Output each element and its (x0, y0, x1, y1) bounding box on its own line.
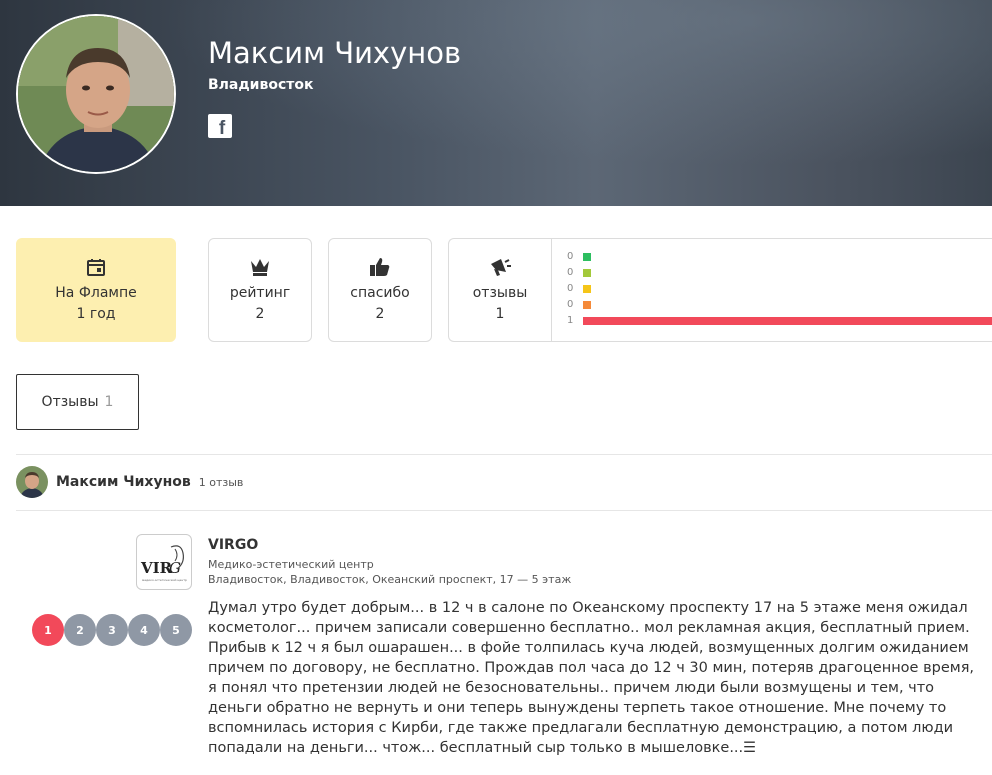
thumbs-up-icon (329, 255, 431, 279)
review-text: Думал утро будет добрым... в 12 ч в сало… (208, 600, 975, 756)
rating-star-1: 1 (32, 614, 64, 646)
author-review-count: 1 отзыв (198, 475, 244, 489)
distribution-count: 0 (567, 283, 574, 294)
stat-rating[interactable]: рейтинг 2 (208, 238, 312, 342)
stat-label: спасибо (350, 285, 410, 301)
tab-reviews[interactable]: Отзывы 1 (16, 374, 139, 430)
tab-count: 1 (104, 394, 114, 410)
distribution-count: 0 (567, 267, 574, 278)
distribution-row-3: 0 (553, 283, 992, 295)
distribution-count: 0 (567, 299, 574, 310)
stat-value: 2 (375, 306, 385, 322)
rating-star-4: 4 (128, 614, 160, 646)
stat-reviews-count[interactable]: отзывы 1 (449, 239, 552, 341)
facebook-icon[interactable]: f (208, 114, 232, 138)
rating-distribution: 0 0 0 0 1 (553, 239, 992, 341)
distribution-count: 1 (567, 315, 574, 326)
avatar[interactable] (16, 466, 48, 498)
rating-star-5: 5 (160, 614, 192, 646)
svg-text:G: G (169, 559, 181, 577)
org-type: Медико-эстетический центр (208, 558, 374, 571)
rating-star-2: 2 (64, 614, 96, 646)
stat-reviews: отзывы 1 0 0 0 0 1 (448, 238, 992, 342)
review-rating: 1 2 3 4 5 (32, 614, 192, 646)
rating-star-3: 3 (96, 614, 128, 646)
svg-text:медико-эстетический центр: медико-эстетический центр (142, 578, 187, 582)
distribution-bar (583, 285, 591, 293)
distribution-bar (583, 253, 591, 261)
distribution-row-4: 0 (553, 267, 992, 279)
avatar[interactable] (16, 14, 176, 174)
distribution-bar (583, 269, 591, 277)
svg-text:VIR: VIR (140, 559, 173, 577)
divider (16, 510, 992, 511)
review-author: Максим Чихунов 1 отзыв (16, 466, 243, 498)
org-name[interactable]: VIRGO (208, 537, 258, 553)
distribution-bar (583, 317, 992, 325)
stat-on-flamp: На Флампе 1 год (16, 238, 176, 342)
org-logo[interactable]: VIR G медико-эстетический центр (136, 534, 192, 590)
distribution-count: 0 (567, 251, 574, 262)
author-name[interactable]: Максим Чихунов (56, 474, 191, 490)
stat-value: 2 (255, 306, 265, 322)
profile-header: Максим Чихунов Владивосток f (0, 0, 992, 206)
tab-label: Отзывы (41, 394, 99, 410)
distribution-bar (583, 301, 591, 309)
review-body: Думал утро будет добрым... в 12 ч в сало… (208, 598, 978, 758)
stat-value: 1 год (76, 306, 116, 322)
stat-label: На Флампе (55, 285, 137, 301)
stat-label: отзывы (472, 285, 528, 301)
org-address: Владивосток, Владивосток, Океанский прос… (208, 573, 572, 586)
stat-thanks[interactable]: спасибо 2 (328, 238, 432, 342)
distribution-row-5: 0 (553, 251, 992, 263)
distribution-row-1: 1 (553, 315, 992, 327)
stat-value: 1 (495, 306, 505, 322)
stat-label: рейтинг (229, 285, 291, 301)
megaphone-icon (449, 255, 551, 279)
profile-name: Максим Чихунов (208, 36, 462, 70)
distribution-row-2: 0 (553, 299, 992, 311)
divider (16, 454, 992, 455)
read-more-icon[interactable]: ☰ (743, 740, 756, 756)
profile-city: Владивосток (208, 77, 314, 93)
crown-icon (209, 255, 311, 279)
calendar-icon (17, 255, 175, 279)
